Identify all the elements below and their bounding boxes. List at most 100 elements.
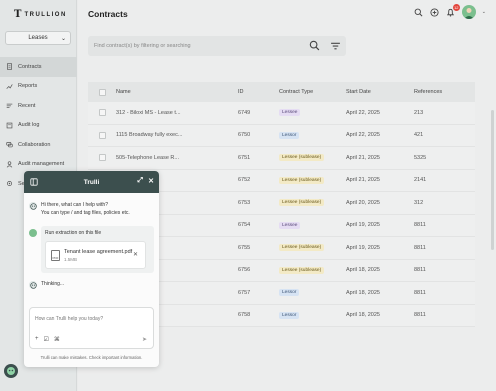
- logo-mark-icon: T: [14, 9, 22, 20]
- sidebar-item-contracts[interactable]: Contracts: [0, 57, 77, 77]
- table-row[interactable]: 1115 Broadway fully exec... 6750 Lessor Apr…: [88, 124, 475, 147]
- cell-start-date: April 19, 2025: [346, 222, 380, 229]
- chat-input[interactable]: How can Trulli help you today? + ☑ ⌘ ➤: [29, 307, 154, 349]
- attached-file-card[interactable]: PDF Tenant lease agreement.pdf 1.5MB ✕: [45, 241, 146, 269]
- chat-icon: [6, 141, 13, 148]
- filter-icon[interactable]: [330, 40, 341, 51]
- lease-selector-value: Leases: [28, 35, 48, 41]
- chevron-down-icon[interactable]: ⌄: [482, 9, 486, 15]
- pdf-file-icon: PDF: [51, 249, 60, 261]
- cell-references: 312: [414, 199, 424, 206]
- sidebar-item-collaboration[interactable]: Collaboration: [0, 135, 77, 155]
- cell-start-date: April 18, 2025: [346, 267, 380, 274]
- chat-title: Trulli: [83, 178, 100, 186]
- notification-badge: 12: [452, 4, 460, 11]
- cell-references: 213: [414, 109, 424, 116]
- lease-selector[interactable]: Leases ⌄: [5, 31, 71, 45]
- column-header-references[interactable]: References: [414, 89, 474, 95]
- add-circle-icon[interactable]: [430, 7, 440, 17]
- contract-type-badge: Lessee (sublease): [279, 176, 325, 184]
- cell-references: 8811: [414, 222, 426, 229]
- cell-references: 8811: [414, 289, 426, 296]
- cell-id: 6757: [238, 289, 251, 296]
- input-tools: + ☑ ⌘: [35, 336, 60, 343]
- cell-id: 6758: [238, 312, 251, 319]
- column-header-start-date[interactable]: Start Date: [346, 89, 414, 95]
- chart-icon: [6, 83, 13, 90]
- gear-icon: [6, 180, 13, 187]
- table-row[interactable]: 505-Telephone Lease R... 6751 Lessee (subl…: [88, 147, 475, 170]
- document-icon: [6, 63, 13, 70]
- search-input[interactable]: Find contract(s) by filtering or searchi…: [94, 43, 191, 49]
- contract-type-badge: Lessor: [279, 131, 300, 139]
- expand-icon[interactable]: ⤢: [138, 177, 144, 185]
- row-checkbox[interactable]: [98, 109, 106, 117]
- cell-start-date: April 18, 2025: [346, 289, 380, 296]
- send-icon[interactable]: ➤: [142, 336, 147, 343]
- cell-start-date: April 20, 2025: [346, 199, 380, 206]
- row-checkbox[interactable]: [98, 154, 106, 162]
- thinking-text: Thinking...: [41, 281, 65, 287]
- format-icon[interactable]: ⌘: [54, 336, 60, 343]
- cell-start-date: April 22, 2025: [346, 132, 380, 139]
- cell-id: 6751: [238, 154, 251, 161]
- cell-id: 6749: [238, 109, 251, 116]
- cell-references: 8811: [414, 267, 426, 274]
- cell-id: 6750: [238, 132, 251, 139]
- scrollbar[interactable]: [491, 110, 494, 250]
- list-icon: [6, 102, 13, 109]
- close-icon[interactable]: ✕: [148, 177, 154, 185]
- file-name: Tenant lease agreement.pdf: [64, 248, 133, 255]
- bot-avatar-icon: [29, 202, 37, 210]
- cell-references: 8811: [414, 244, 426, 251]
- contract-type-badge: Lessee: [279, 221, 301, 229]
- cell-name[interactable]: 505-Telephone Lease R...: [116, 155, 238, 161]
- cell-id: 6754: [238, 222, 251, 229]
- search-icon[interactable]: [414, 7, 424, 17]
- remove-file-icon[interactable]: ✕: [133, 251, 138, 258]
- contract-type-badge: Lessee (sublease): [279, 154, 325, 162]
- cell-id: 6756: [238, 267, 251, 274]
- avatar[interactable]: [461, 5, 476, 19]
- cell-references: 8811: [414, 312, 426, 319]
- checkbox-icon[interactable]: ☑: [44, 336, 49, 343]
- contract-type-badge: Lessee (sublease): [279, 244, 325, 252]
- bot-greeting: Hi there, what can I help with? You can …: [29, 202, 130, 217]
- table-header: Name ID Contract Type Start Date Referen…: [88, 82, 475, 102]
- bot-thinking: Thinking...: [29, 281, 64, 289]
- sidebar-item-reports[interactable]: Reports: [0, 77, 77, 97]
- bell-icon[interactable]: 12: [446, 4, 460, 17]
- cell-references: 421: [414, 132, 424, 139]
- contract-type-badge: Lessee (sublease): [279, 266, 325, 274]
- contract-type-badge: Lessee (sublease): [279, 199, 325, 207]
- chevron-down-icon: ⌄: [60, 36, 66, 42]
- cell-name[interactable]: 1115 Broadway fully exec...: [116, 132, 238, 138]
- sidebar-item-audit-log[interactable]: Audit log: [0, 116, 77, 136]
- column-header-name[interactable]: Name: [116, 89, 238, 95]
- file-size: 1.5MB: [64, 256, 78, 262]
- chat-panel: Trulli ⤢ ✕ Hi there, what can I help wit…: [24, 171, 159, 367]
- sidebar-item-recent[interactable]: Recent: [0, 96, 77, 116]
- sidebar-item-label: Collaboration: [18, 141, 51, 148]
- plus-icon[interactable]: +: [35, 336, 39, 343]
- table-row[interactable]: 312 - Biloxi MS - Lease t... 6749 Lessee Ap…: [88, 102, 475, 125]
- greeting-line-1: Hi there, what can I help with?: [41, 202, 108, 208]
- cell-name[interactable]: 312 - Biloxi MS - Lease t...: [116, 110, 238, 116]
- cell-references: 2141: [414, 177, 427, 184]
- column-header-contract-type[interactable]: Contract Type: [279, 89, 346, 95]
- greeting-line-2: You can type / and tag files, policies e…: [41, 209, 130, 216]
- chat-launcher-button[interactable]: [4, 364, 18, 378]
- user-avatar-wrap: [29, 229, 37, 237]
- search-icon[interactable]: [309, 40, 320, 51]
- column-header-id[interactable]: ID: [238, 89, 279, 95]
- search-bar[interactable]: Find contract(s) by filtering or searchi…: [88, 36, 346, 56]
- cell-start-date: April 21, 2025: [346, 177, 380, 184]
- user-message-text: Run extraction on this file: [45, 230, 102, 236]
- book-icon: [6, 122, 13, 129]
- row-checkbox[interactable]: [98, 131, 106, 139]
- bot-avatar-icon: [29, 281, 37, 289]
- sidebar-toggle-icon[interactable]: [30, 178, 38, 186]
- select-all-checkbox[interactable]: [98, 88, 106, 96]
- logo: T TRULLION: [14, 9, 67, 20]
- cell-id: 6752: [238, 177, 251, 184]
